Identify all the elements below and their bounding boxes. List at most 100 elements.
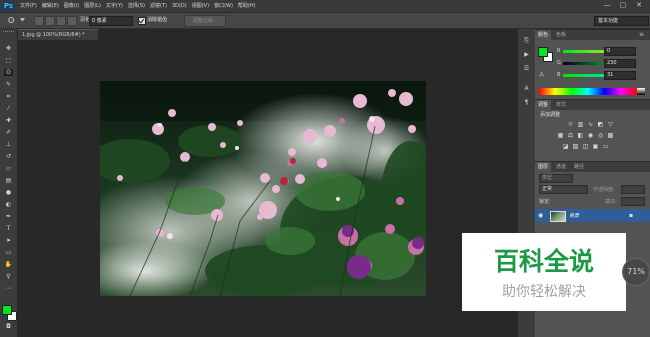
document-tab[interactable]: 1.jpg @ 100%(RGB/8#) * [18, 29, 98, 40]
lasso-tool-icon[interactable]: ʘ [4, 69, 13, 76]
tab-swatches[interactable]: 色板 [553, 30, 569, 40]
tab-styles[interactable]: 样式 [553, 100, 569, 110]
menu-file[interactable]: 文件(F) [20, 0, 37, 12]
photoshop-logo: Ps [2, 1, 15, 11]
dodge-tool-icon[interactable]: ◐ [4, 201, 13, 208]
blur-tool-icon[interactable]: ● [4, 189, 13, 196]
feather-input[interactable]: 0 像素 [89, 16, 133, 26]
chevron-down-icon[interactable] [20, 18, 25, 22]
paragraph-panel-icon[interactable]: ¶ [522, 99, 531, 106]
zoom-tool-icon[interactable]: ⚲ [4, 273, 13, 280]
layer-name: 背景 [569, 213, 580, 219]
menu-type[interactable]: 文字(Y) [106, 0, 123, 12]
out-of-gamut-icon[interactable]: ⚠ [539, 71, 544, 78]
type-tool-icon[interactable]: T [4, 225, 13, 232]
workspace-select[interactable]: 基本功能 [594, 16, 649, 26]
blend-mode-select[interactable]: 正常 [539, 185, 588, 194]
hand-tool-icon[interactable]: ✋ [4, 261, 13, 268]
clone-stamp-tool-icon[interactable]: ⊥ [4, 141, 13, 148]
gradient-tool-icon[interactable]: ▤ [4, 177, 13, 184]
refine-edge-button[interactable]: 调整边缘... [184, 15, 226, 27]
tab-layers[interactable]: 图层 [535, 162, 552, 172]
menu-edit[interactable]: 编辑(E) [42, 0, 59, 12]
panel-menu-icon[interactable]: ≡ [639, 30, 644, 40]
color-lookup-icon[interactable]: ▩ [607, 132, 614, 139]
document-tab-title: 1.jpg @ 100%(RGB/8#) * [22, 32, 85, 38]
vibrance-icon[interactable]: ▽ [607, 121, 614, 128]
add-to-selection-icon[interactable] [45, 16, 55, 26]
quick-mask-icon[interactable]: ◘ [4, 323, 13, 330]
crop-tool-icon[interactable]: ⌗ [4, 93, 13, 100]
brightness-icon[interactable]: ☼ [567, 121, 574, 128]
intersect-selection-icon[interactable] [67, 16, 77, 26]
exposure-icon[interactable]: ◩ [597, 121, 604, 128]
menu-image[interactable]: 图像(I) [64, 0, 79, 12]
channel-mixer-icon[interactable]: ◎ [597, 132, 604, 139]
green-channel-label: G [557, 60, 561, 66]
tab-color[interactable]: 颜色 [535, 30, 552, 40]
photo-filter-icon[interactable]: ◉ [587, 132, 594, 139]
posterize-icon[interactable]: ▨ [572, 143, 579, 150]
menu-3d[interactable]: 3D(D) [172, 0, 187, 12]
menu-filter[interactable]: 滤镜(T) [150, 0, 167, 12]
tab-adjustments[interactable]: 调整 [535, 100, 552, 110]
restore-button[interactable]: ▢ [616, 1, 630, 10]
layer-row[interactable]: ◉ 背景 ▪ [535, 209, 650, 222]
color-foreground-swatch[interactable] [538, 47, 548, 57]
foreground-color-swatch[interactable] [2, 305, 12, 315]
marquee-tool-icon[interactable]: ⬚ [4, 57, 13, 64]
new-selection-icon[interactable] [34, 16, 44, 26]
gradient-map-icon[interactable]: ▭ [602, 143, 609, 150]
move-tool-icon[interactable]: ✥ [4, 45, 13, 52]
grayscale-ramp[interactable] [637, 88, 645, 95]
curves-icon[interactable]: ∿ [587, 121, 594, 128]
history-brush-tool-icon[interactable]: ↺ [4, 153, 13, 160]
lock-icon: ▪ [629, 212, 634, 219]
actions-panel-icon[interactable]: ▶ [522, 51, 531, 58]
menu-layer[interactable]: 图层(L) [84, 0, 101, 12]
menu-view[interactable]: 视图(V) [192, 0, 209, 12]
rectangle-tool-icon[interactable]: ▭ [4, 249, 13, 256]
menu-help[interactable]: 帮助(H) [238, 0, 256, 12]
color-balance-icon[interactable]: ⚖ [567, 132, 574, 139]
layer-filter-select[interactable]: 类型 [539, 174, 573, 183]
menu-window[interactable]: 窗口(W) [214, 0, 233, 12]
path-select-tool-icon[interactable]: ➤ [4, 237, 13, 244]
character-panel-icon[interactable]: A [522, 85, 531, 92]
menu-select[interactable]: 选择(S) [128, 0, 145, 12]
tab-paths[interactable]: 路径 [571, 162, 587, 172]
document-image[interactable] [100, 81, 426, 296]
checkmark-icon [138, 17, 145, 24]
black-white-icon[interactable]: ◧ [577, 132, 584, 139]
red-value-field[interactable]: 0 [604, 47, 636, 56]
watermark-slogan-text: 助你轻松解决 [502, 284, 586, 300]
opacity-field[interactable] [621, 185, 645, 194]
selective-color-icon[interactable]: ▣ [592, 143, 599, 150]
properties-panel-icon[interactable]: ☰ [522, 65, 531, 72]
blue-value-field[interactable]: 31 [604, 71, 636, 80]
more-tools-icon[interactable]: ⋯ [4, 285, 13, 292]
healing-brush-tool-icon[interactable]: ✚ [4, 117, 13, 124]
close-button[interactable]: ✕ [632, 1, 646, 10]
eraser-tool-icon[interactable]: ▱ [4, 165, 13, 172]
levels-icon[interactable]: ▥ [577, 121, 584, 128]
quick-select-tool-icon[interactable]: ✎ [4, 81, 13, 88]
invert-icon[interactable]: ◪ [562, 143, 569, 150]
green-value-field[interactable]: 230 [604, 59, 636, 68]
tab-channels[interactable]: 通道 [553, 162, 569, 172]
lasso-preset-icon[interactable]: ʘ [8, 15, 20, 26]
history-panel-icon[interactable]: ⎘ [522, 37, 531, 44]
fill-field[interactable] [621, 197, 645, 206]
brush-tool-icon[interactable]: ✐ [4, 129, 13, 136]
subtract-selection-icon[interactable] [56, 16, 66, 26]
color-spectrum-bar[interactable] [539, 88, 637, 95]
antialias-checkbox[interactable] [138, 17, 146, 25]
eyedropper-tool-icon[interactable]: ⁄ [4, 105, 13, 112]
hue-saturation-icon[interactable]: ▦ [557, 132, 564, 139]
threshold-icon[interactable]: ◫ [582, 143, 589, 150]
minimize-button[interactable]: — [600, 1, 614, 10]
visibility-eye-icon[interactable]: ◉ [538, 212, 543, 219]
pen-tool-icon[interactable]: ✒ [4, 213, 13, 220]
peony-garden-image [100, 81, 426, 296]
options-bar: ʘ 羽化: 0 像素 消除锯齿 调整边缘... 基本功能 [0, 13, 650, 29]
